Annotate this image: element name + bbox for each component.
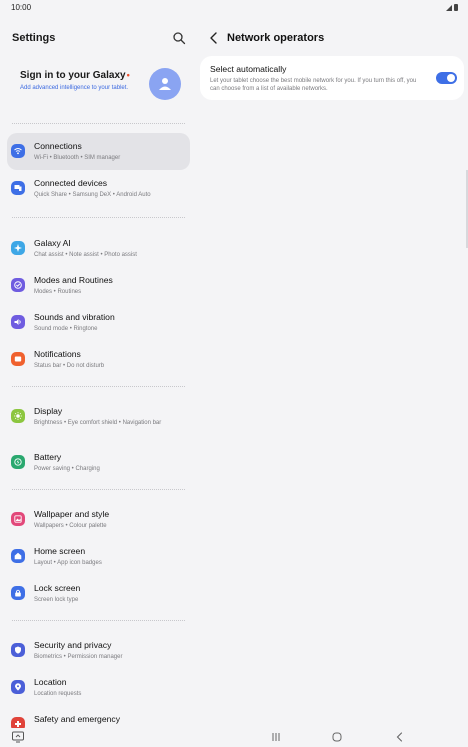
settings-item-sub: Biometrics • Permission manager — [34, 654, 123, 660]
settings-item-sub: Power saving • Charging — [34, 466, 100, 472]
settings-item-modes-routines[interactable]: Modes and Routines Modes • Routines — [7, 267, 190, 304]
location-icon — [11, 680, 25, 694]
account-card[interactable]: Sign in to your Galaxy• Add advanced int… — [8, 60, 190, 116]
settings-item-label: Connected devices — [34, 178, 108, 188]
divider — [12, 386, 185, 387]
settings-item-label: Notifications — [34, 349, 81, 359]
check-circle-icon — [11, 278, 25, 292]
divider — [12, 489, 185, 490]
settings-item-sub: Status bar • Do not disturb — [34, 363, 105, 369]
settings-item-lock-screen[interactable]: Lock screen Screen lock type — [7, 575, 190, 612]
settings-item-label: Connections — [34, 141, 82, 151]
shield-icon — [11, 643, 25, 657]
home-icon — [11, 549, 25, 563]
settings-item-sub: Brightness • Eye comfort shield • Naviga… — [34, 420, 162, 426]
settings-item-home-screen[interactable]: Home screen Layout • App icon badges — [7, 538, 190, 575]
settings-item-label: Battery — [34, 452, 62, 462]
settings-item-notifications[interactable]: Notifications Status bar • Do not distur… — [7, 341, 190, 378]
battery-icon — [11, 455, 25, 469]
divider — [12, 217, 185, 218]
setting-description: Let your tablet choose the best mobile n… — [210, 78, 417, 92]
battery-status-icon — [454, 4, 458, 11]
emergency-icon — [11, 717, 25, 728]
recent-apps-icon[interactable] — [269, 730, 283, 744]
status-icons — [446, 4, 458, 11]
select-automatically-toggle[interactable] — [436, 72, 457, 84]
select-automatically-row[interactable]: Select automatically Let your tablet cho… — [200, 56, 464, 100]
settings-item-sub: Wi-Fi • Bluetooth • SIM manager — [34, 155, 121, 161]
volume-icon — [11, 315, 25, 329]
settings-item-display[interactable]: Display Brightness • Eye comfort shield … — [7, 398, 190, 435]
settings-item-label: Sounds and vibration — [34, 312, 115, 322]
status-bar: 10:00 — [0, 0, 468, 16]
settings-item-galaxy-ai[interactable]: Galaxy AI Chat assist • Note assist • Ph… — [7, 230, 190, 267]
back-button-icon[interactable] — [393, 730, 407, 744]
settings-item-label: Galaxy AI — [34, 238, 71, 248]
toggle-knob — [447, 74, 455, 82]
signal-icon — [446, 5, 452, 11]
settings-item-label: Security and privacy — [34, 640, 112, 650]
bell-icon — [11, 352, 25, 366]
notification-dot-icon: • — [126, 70, 130, 80]
settings-item-security-privacy[interactable]: Security and privacy Biometrics • Permis… — [7, 632, 190, 669]
settings-item-sub: Sound mode • Ringtone — [34, 326, 98, 332]
settings-title: Settings — [12, 32, 56, 44]
settings-item-connected-devices[interactable]: Connected devices Quick Share • Samsung … — [7, 170, 190, 207]
settings-item-location[interactable]: Location Location requests — [7, 669, 190, 706]
settings-item-battery[interactable]: Battery Power saving • Charging — [7, 444, 190, 481]
back-arrow-icon[interactable] — [208, 31, 220, 45]
settings-item-sub: Wallpapers • Colour palette — [34, 523, 107, 529]
status-time: 10:00 — [11, 3, 32, 12]
settings-item-sub: Chat assist • Note assist • Photo assist — [34, 252, 137, 258]
account-title-text: Sign in to your Galaxy — [20, 70, 126, 81]
setting-label: Select automatically — [210, 64, 287, 74]
settings-item-sounds[interactable]: Sounds and vibration Sound mode • Ringto… — [7, 304, 190, 341]
sparkle-icon — [11, 241, 25, 255]
settings-item-label: Home screen — [34, 546, 86, 556]
account-subtitle: Add advanced intelligence to your tablet… — [20, 85, 129, 91]
search-icon[interactable] — [172, 31, 186, 45]
home-button-icon[interactable] — [330, 730, 344, 744]
settings-item-safety-emergency[interactable]: Safety and emergency — [7, 706, 190, 728]
screenshot-keyboard-icon[interactable] — [11, 730, 25, 744]
settings-item-wallpaper[interactable]: Wallpaper and style Wallpapers • Colour … — [7, 501, 190, 538]
settings-item-connections[interactable]: Connections Wi-Fi • Bluetooth • SIM mana… — [7, 133, 190, 170]
account-title: Sign in to your Galaxy• — [20, 70, 130, 81]
settings-item-label: Wallpaper and style — [34, 509, 110, 519]
page-title: Network operators — [227, 32, 325, 44]
settings-item-label: Location — [34, 677, 67, 687]
wifi-icon — [11, 144, 25, 158]
divider — [12, 123, 185, 124]
settings-pane: Settings Sign in to your Galaxy• Add adv… — [0, 16, 200, 728]
sun-icon — [11, 409, 25, 423]
settings-item-label: Lock screen — [34, 583, 81, 593]
settings-item-sub: Screen lock type — [34, 597, 79, 603]
devices-icon — [11, 181, 25, 195]
avatar — [149, 68, 181, 100]
divider — [12, 620, 185, 621]
settings-item-sub: Layout • App icon badges — [34, 560, 102, 566]
settings-item-sub: Modes • Routines — [34, 289, 82, 295]
settings-item-sub: Location requests — [34, 691, 82, 697]
wallpaper-icon — [11, 512, 25, 526]
settings-item-label: Safety and emergency — [34, 714, 120, 724]
network-operators-pane: Network operators Select automatically L… — [198, 16, 468, 728]
settings-item-label: Display — [34, 406, 63, 416]
person-icon — [159, 78, 171, 90]
settings-item-label: Modes and Routines — [34, 275, 113, 285]
navigation-bar — [0, 728, 468, 747]
settings-item-sub: Quick Share • Samsung DeX • Android Auto — [34, 192, 151, 198]
lock-icon — [11, 586, 25, 600]
